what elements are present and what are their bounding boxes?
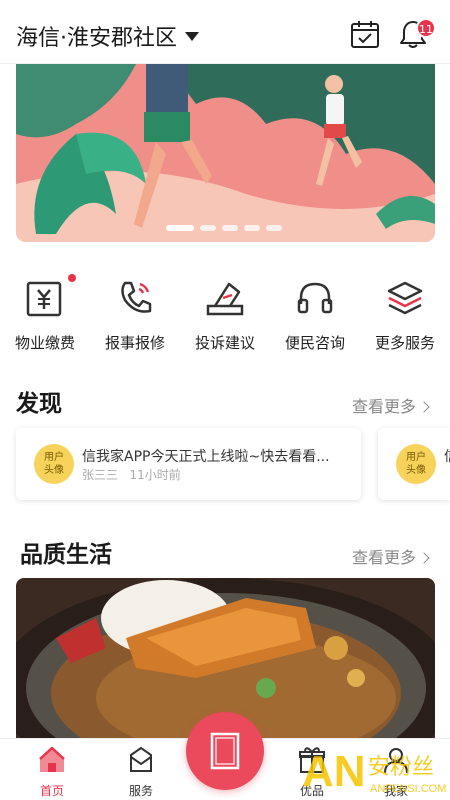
tab-home[interactable]: 首页	[22, 745, 82, 799]
pagination-dot[interactable]	[244, 225, 260, 231]
banner-illustration	[16, 64, 435, 242]
card-time: 11小时前	[129, 468, 181, 482]
complaint-icon	[206, 282, 244, 316]
discover-card[interactable]: 用户头像 信	[378, 428, 450, 500]
more-label: 查看更多	[352, 548, 417, 567]
community-name: 海信·淮安郡社区	[16, 26, 177, 51]
svg-text:ANFENSI.COM: ANFENSI.COM	[370, 783, 446, 795]
service-complaint[interactable]: 投诉建议	[180, 270, 270, 360]
service-property-fee[interactable]: 物业缴费	[0, 270, 90, 360]
discover-more-link[interactable]: 查看更多	[352, 393, 430, 417]
home-icon	[39, 746, 65, 772]
banner-pagination	[166, 225, 282, 231]
discover-title: 发现	[16, 391, 62, 417]
quality-title: 品质生活	[20, 542, 112, 568]
top-header: 海信·淮安郡社区 11	[0, 0, 450, 64]
service-consult[interactable]: 便民咨询	[270, 270, 360, 360]
yuan-bill-icon	[26, 281, 62, 317]
card-author: 张三三	[82, 468, 119, 482]
avatar: 用户 头像	[34, 444, 74, 484]
notification-badge: 11	[416, 18, 436, 38]
svg-text:AN: AN	[302, 747, 366, 796]
calendar-check-icon[interactable]	[350, 19, 380, 49]
center-door-button[interactable]	[186, 712, 264, 790]
service-icon	[130, 746, 152, 772]
service-repair-report[interactable]: 报事报修	[90, 270, 180, 360]
service-label: 物业缴费	[14, 334, 75, 352]
card-title: 信我家APP今天正式上线啦~快去看看...	[82, 449, 330, 465]
service-label: 便民咨询	[284, 334, 345, 352]
tab-label: 服务	[128, 784, 153, 798]
card-meta: 张三三 11小时前	[82, 466, 181, 483]
headset-icon	[297, 282, 333, 314]
tab-service[interactable]: 服务	[111, 745, 171, 799]
phone-icon	[121, 281, 152, 313]
quality-more-link[interactable]: 查看更多	[352, 544, 430, 568]
chevron-right-icon	[418, 401, 430, 413]
chevron-down-icon	[185, 31, 199, 41]
pagination-dot[interactable]	[222, 225, 238, 231]
tab-label: 首页	[39, 784, 64, 798]
pagination-dot[interactable]	[166, 225, 194, 231]
chevron-right-icon	[418, 552, 430, 564]
watermark-logo: AN 安粉丝 ANFENSI.COM	[300, 742, 450, 800]
pagination-dot[interactable]	[266, 225, 282, 231]
discover-card[interactable]: 用户 头像 信我家APP今天正式上线啦~快去看看... 张三三 11小时前	[16, 428, 361, 500]
layers-icon	[387, 281, 423, 315]
service-grid: 物业缴费 报事报修 投诉建议 便民咨询 更多服务	[0, 270, 450, 360]
avatar: 用户 头像	[396, 444, 436, 484]
service-more[interactable]: 更多服务	[360, 270, 450, 360]
promo-banner[interactable]	[16, 64, 435, 242]
service-label: 投诉建议	[194, 334, 255, 352]
service-label: 报事报修	[104, 334, 165, 352]
new-dot-badge	[68, 274, 76, 282]
service-label: 更多服务	[374, 334, 435, 352]
more-label: 查看更多	[352, 397, 417, 416]
svg-text:安粉丝: 安粉丝	[368, 755, 434, 780]
card-title: 信	[444, 446, 450, 466]
pagination-dot[interactable]	[200, 225, 216, 231]
door-icon	[210, 732, 240, 770]
community-selector[interactable]: 海信·淮安郡社区	[16, 20, 199, 52]
